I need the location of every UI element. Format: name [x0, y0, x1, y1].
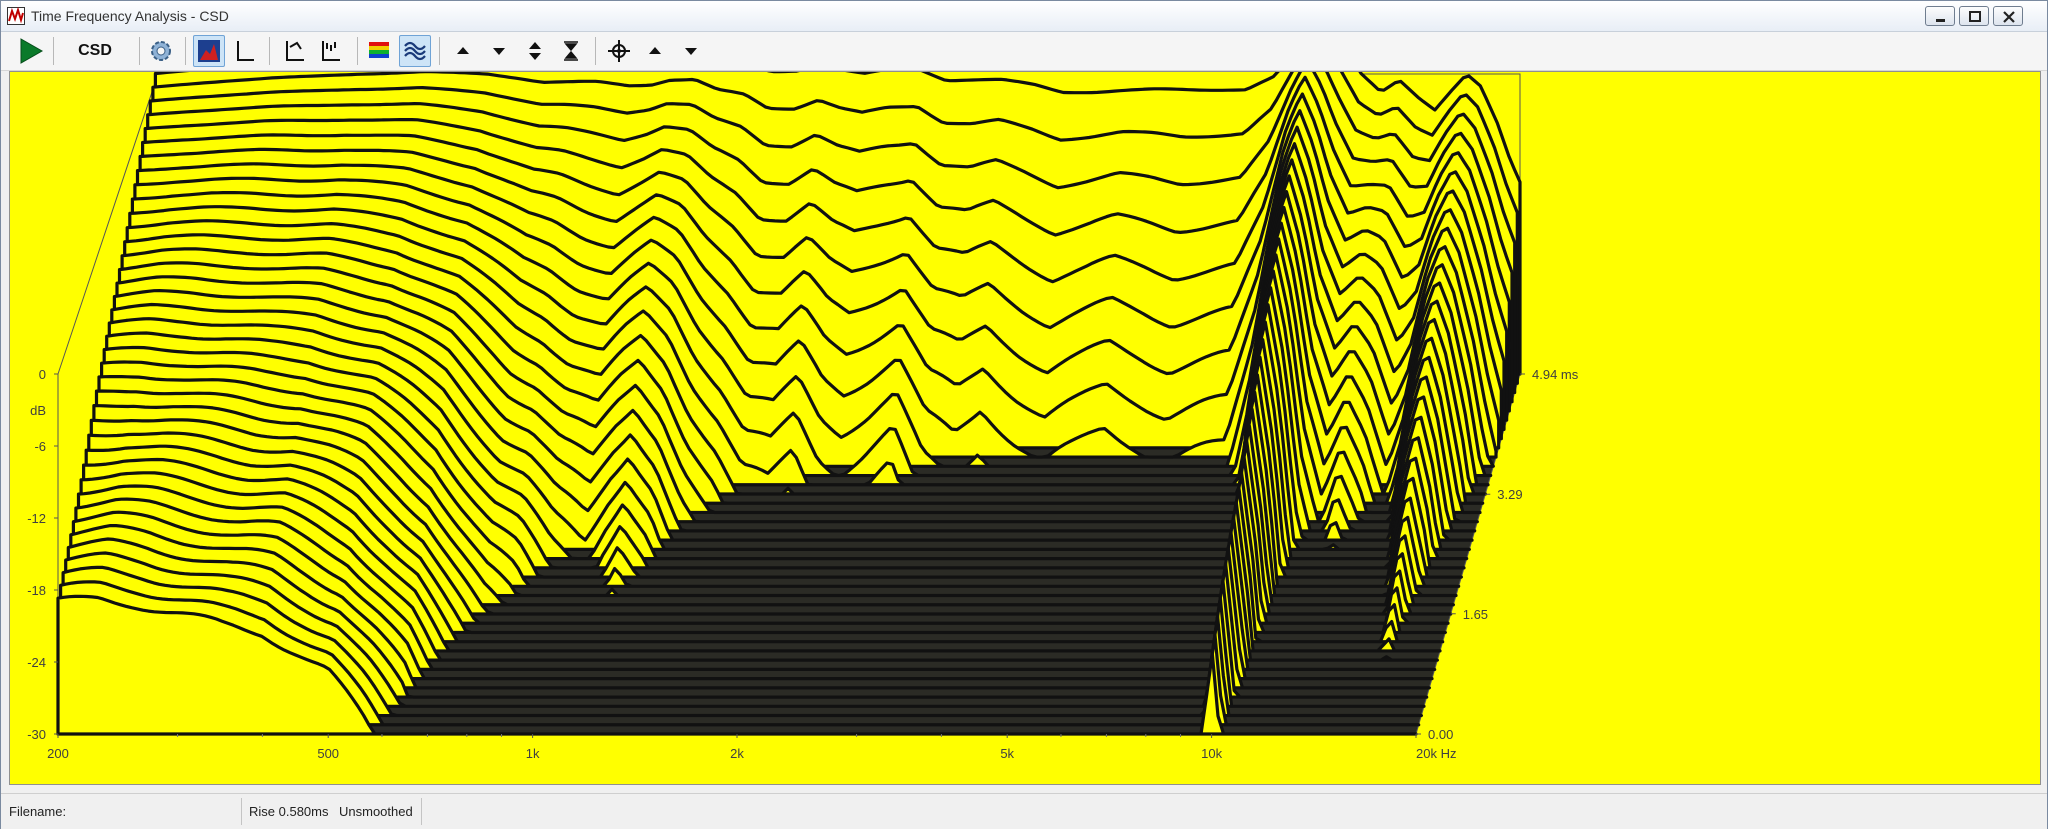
crosshair-icon	[608, 40, 630, 62]
x-tick-label: 10k	[1201, 746, 1222, 761]
y-tick-label: -30	[27, 727, 46, 742]
settings-button[interactable]	[145, 35, 177, 67]
play-icon	[20, 38, 44, 64]
maximize-button[interactable]	[1959, 6, 1989, 26]
z-tick-label: 1.65	[1463, 607, 1488, 622]
lin-y-button[interactable]	[315, 35, 347, 67]
csd-waterfall-chart[interactable]: 200 500 1k 2k 5k 10k 20k Hz 0 -6 -12 -18 -24 -30 dB 0.…	[10, 72, 2040, 784]
lin-y-icon	[322, 41, 340, 61]
y-tick-label: -12	[27, 511, 46, 526]
log-y-button[interactable]	[279, 35, 311, 67]
filename-label: Filename:	[9, 804, 67, 819]
shift-up-button[interactable]	[447, 35, 479, 67]
minimize-button[interactable]	[1925, 6, 1955, 26]
app-icon	[7, 7, 25, 25]
compress-range-button[interactable]	[555, 35, 587, 67]
y-tick-label: -6	[34, 439, 46, 454]
color-palette-icon	[369, 42, 389, 58]
color-palette-button[interactable]	[363, 35, 395, 67]
y-tick-label: -24	[27, 655, 46, 670]
arrow-up-icon	[649, 47, 661, 54]
axes-button[interactable]	[229, 35, 261, 67]
waterfall-surface-icon	[404, 41, 426, 61]
toolbar-separator	[185, 37, 186, 65]
x-tick-label: 2k	[730, 746, 744, 761]
window-title: Time Frequency Analysis - CSD	[31, 8, 229, 24]
cursor-button[interactable]	[603, 35, 635, 67]
title-bar[interactable]: Time Frequency Analysis - CSD	[1, 1, 2047, 32]
waterfall-view-button[interactable]	[193, 35, 225, 67]
arrow-down-icon	[685, 48, 697, 55]
arrow-down-icon	[493, 48, 505, 55]
toolbar-separator	[357, 37, 358, 65]
close-button[interactable]	[1993, 6, 2023, 26]
arrow-collapse-icon	[564, 41, 578, 61]
z-tick-label: 0.00	[1428, 727, 1453, 742]
run-button[interactable]	[15, 35, 47, 67]
rise-time-label: Rise 0.580ms	[249, 804, 329, 819]
axes-icon	[237, 41, 254, 61]
toolbar-separator	[595, 37, 596, 65]
smoothing-label: Unsmoothed	[339, 804, 413, 819]
toolbar-separator	[439, 37, 440, 65]
toolbar-separator	[139, 37, 140, 65]
status-bar: Filename: Rise 0.580ms Unsmoothed	[1, 793, 2047, 829]
x-tick-label: 1k	[526, 746, 540, 761]
csd-plot-area[interactable]: 200 500 1k 2k 5k 10k 20k Hz 0 -6 -12 -18 -24 -30 dB 0.…	[9, 71, 2041, 785]
depth-down-button[interactable]	[675, 35, 707, 67]
waterfall-view-icon	[198, 40, 220, 62]
x-tick-label: 20k Hz	[1416, 746, 1456, 761]
application-window: Time Frequency Analysis - CSD CSD 200 50…	[0, 0, 2048, 829]
x-tick-label: 5k	[1000, 746, 1014, 761]
waterfall-surface-button[interactable]	[399, 35, 431, 67]
status-divider	[241, 798, 242, 825]
depth-up-button[interactable]	[639, 35, 671, 67]
y-axis-label: dB	[30, 403, 46, 418]
close-icon	[2003, 11, 2015, 23]
z-tick-label: 3.29	[1497, 487, 1522, 502]
minimize-icon	[1936, 19, 1945, 22]
maximize-icon	[1969, 11, 1981, 22]
toolbar-separator	[53, 37, 54, 65]
expand-range-button[interactable]	[519, 35, 551, 67]
toolbar-separator	[269, 37, 270, 65]
y-tick-label: 0	[39, 367, 46, 382]
arrow-updown-icon	[529, 42, 541, 60]
gear-icon	[151, 41, 171, 61]
status-divider	[421, 798, 422, 825]
x-tick-label: 500	[317, 746, 339, 761]
csd-mode-button[interactable]: CSD	[65, 36, 125, 66]
arrow-up-icon	[457, 47, 469, 54]
x-tick-label: 200	[47, 746, 69, 761]
shift-down-button[interactable]	[483, 35, 515, 67]
log-y-icon	[286, 41, 304, 61]
z-tick-label: 4.94 ms	[1532, 367, 1579, 382]
toolbar: CSD	[1, 32, 2047, 71]
y-tick-label: -18	[27, 583, 46, 598]
